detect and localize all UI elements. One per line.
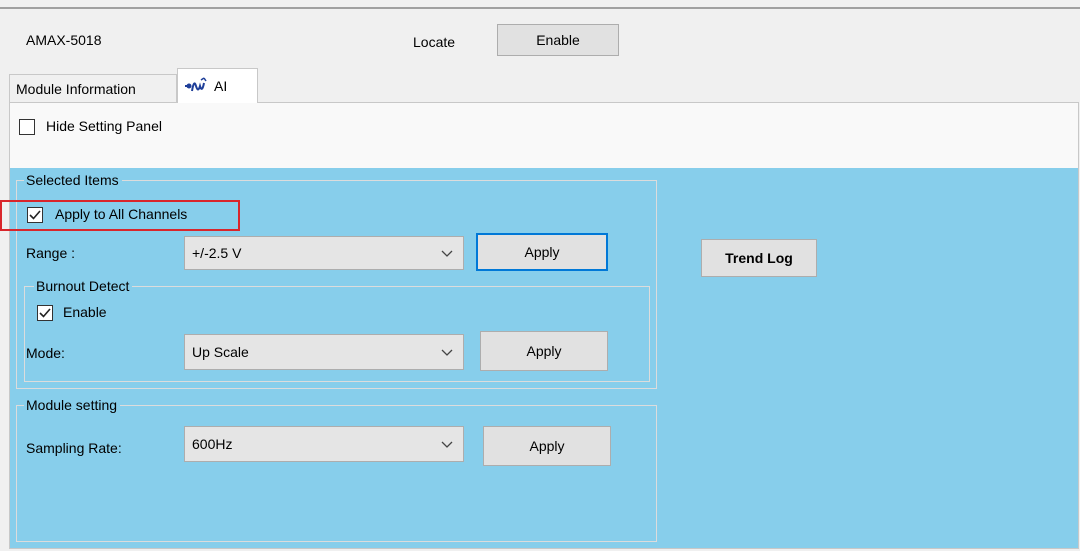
mode-value: Up Scale <box>192 344 249 360</box>
mode-select[interactable]: Up Scale <box>184 334 464 370</box>
sampling-rate-label: Sampling Rate: <box>26 440 122 456</box>
sampling-rate-select[interactable]: 600Hz <box>184 426 464 462</box>
check-icon <box>29 210 41 220</box>
chevron-down-icon <box>441 441 453 448</box>
hide-setting-panel-checkbox[interactable] <box>19 119 35 135</box>
selected-items-title: Selected Items <box>24 172 122 188</box>
chevron-down-icon <box>441 349 453 356</box>
burnout-detect-title: Burnout Detect <box>34 278 133 294</box>
trend-log-button[interactable]: Trend Log <box>701 239 817 277</box>
tab-module-information-label: Module Information <box>16 80 136 97</box>
check-icon <box>39 308 51 318</box>
waveform-icon <box>184 77 208 95</box>
hide-setting-panel-label: Hide Setting Panel <box>46 118 162 134</box>
tab-ai[interactable]: AI <box>177 68 258 103</box>
range-value: +/-2.5 V <box>192 245 242 261</box>
range-label: Range : <box>26 245 76 261</box>
sampling-rate-value: 600Hz <box>192 436 233 452</box>
burnout-enable-checkbox[interactable] <box>37 305 53 321</box>
mode-label: Mode: <box>26 345 65 361</box>
tab-ai-label: AI <box>214 78 228 94</box>
locate-label: Locate <box>413 34 456 50</box>
enable-button[interactable]: Enable <box>497 24 619 56</box>
mode-apply-button[interactable]: Apply <box>480 331 608 371</box>
module-setting-title: Module setting <box>24 397 121 413</box>
tab-module-information[interactable]: Module Information <box>9 74 177 102</box>
module-name: AMAX-5018 <box>26 32 102 48</box>
apply-all-channels-checkbox[interactable] <box>27 207 43 223</box>
burnout-enable-label: Enable <box>63 304 107 320</box>
sampling-apply-button[interactable]: Apply <box>483 426 611 466</box>
range-select[interactable]: +/-2.5 V <box>184 236 464 270</box>
chevron-down-icon <box>441 250 453 257</box>
apply-all-channels-label: Apply to All Channels <box>55 206 188 222</box>
top-divider <box>0 7 1080 9</box>
range-apply-button[interactable]: Apply <box>476 233 608 271</box>
